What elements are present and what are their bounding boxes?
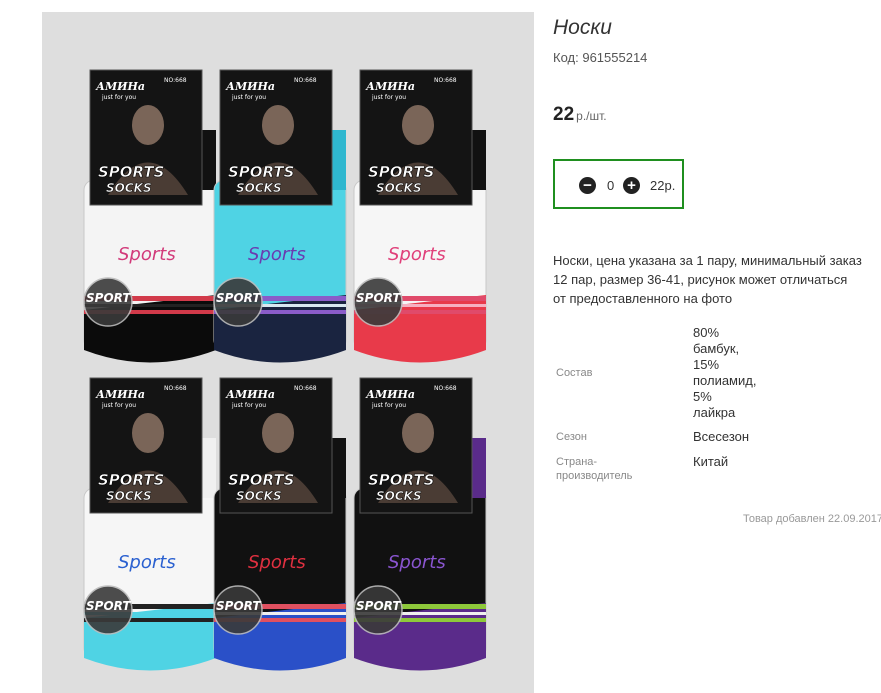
property-row-season: Сезон Всесезон	[553, 422, 756, 452]
property-value-line: 15%	[693, 357, 720, 372]
card-tagline: just for you	[101, 402, 136, 409]
properties-table: Состав 80% бамбук, 15% полиамид, 5% лайк…	[553, 324, 756, 486]
property-key-line: Страна-	[556, 456, 598, 468]
sticker-text: SPORT	[356, 291, 401, 305]
card-face	[132, 413, 164, 453]
card-model-no: NO:668	[164, 385, 187, 392]
sticker-text: SPORT	[86, 291, 131, 305]
product-price: 22 р./шт.	[553, 104, 607, 126]
card-brand: АМИНа	[365, 388, 415, 401]
property-value: 80% бамбук, 15% полиамид, 5% лайкра	[693, 324, 756, 422]
card-title-1: SPORTS	[228, 163, 294, 181]
card-title-2: SOCKS	[106, 181, 152, 195]
card-face	[402, 105, 434, 145]
card-model-no: NO:668	[434, 77, 457, 84]
property-key-line: производитель	[556, 470, 633, 482]
quantity-widget: − 0 + 22р.	[553, 159, 684, 209]
sticker-text: SPORT	[216, 599, 261, 613]
property-value-line: 5%	[693, 389, 712, 404]
sock-pack: Sports АМИНаjust for you NO:668 SPORTSSOCKS…	[353, 377, 487, 671]
card-title-2: SOCKS	[236, 489, 282, 503]
card-model-no: NO:668	[294, 77, 317, 84]
property-key: Состав	[556, 367, 593, 379]
property-row-composition: Состав 80% бамбук, 15% полиамид, 5% лайк…	[553, 324, 756, 422]
sock-text: Sports	[388, 552, 446, 573]
plus-circle-icon[interactable]: +	[623, 177, 640, 194]
card-face	[262, 105, 294, 145]
sock-text: Sports	[248, 552, 306, 573]
sock-text: Sports	[248, 244, 306, 265]
sock-pack: Sports АМИНаjust for you NO:668 SPORTSSOCKS…	[83, 69, 217, 363]
card-brand: АМИНа	[95, 80, 145, 93]
property-value-line: 80%	[693, 325, 720, 340]
quantity-value: 0	[607, 178, 615, 193]
property-row-country: Страна- производитель Китай	[553, 452, 756, 486]
property-key: Сезон	[556, 431, 587, 443]
property-value: Всесезон	[693, 429, 750, 444]
card-face	[132, 105, 164, 145]
card-face	[402, 413, 434, 453]
card-title-2: SOCKS	[106, 489, 152, 503]
property-value-line: полиамид,	[693, 373, 757, 388]
quantity-total: 22р.	[650, 178, 676, 193]
product-description: Носки, цена указана за 1 пару, минимальн…	[553, 253, 862, 306]
product-code: Код: 961555214	[553, 50, 647, 65]
property-key: Страна- производитель	[553, 452, 693, 486]
card-title-1: SPORTS	[98, 471, 164, 489]
card-tagline: just for you	[371, 402, 406, 409]
card-tagline: just for you	[231, 402, 266, 409]
card-model-no: NO:668	[164, 77, 187, 84]
card-tagline: just for you	[101, 94, 136, 101]
product-photo-canvas: SportsАМИНаjust for youNO:668SPORTSSOCKS…	[83, 69, 487, 671]
card-title-1: SPORTS	[368, 163, 434, 181]
property-value: Китай	[693, 454, 729, 469]
sock-pack: Sports АМИНаjust for you NO:668 SPORTSSOCKS…	[83, 377, 217, 671]
card-title-1: SPORTS	[98, 163, 164, 181]
card-brand: АМИНа	[365, 80, 415, 93]
card-model-no: NO:668	[294, 385, 317, 392]
card-model-no: NO:668	[434, 385, 457, 392]
card-brand: АМИНа	[95, 388, 145, 401]
added-date: Товар добавлен 22.09.2017	[742, 513, 881, 525]
sock-pack: Sports АМИНаjust for you NO:668 SPORTSSOCKS…	[213, 69, 347, 363]
card-face	[262, 413, 294, 453]
sock-text: Sports	[118, 552, 176, 573]
product-title: Носки	[553, 16, 612, 39]
card-title-2: SOCKS	[376, 489, 422, 503]
card-title-2: SOCKS	[376, 181, 422, 195]
product-photo[interactable]: Sports АМИНа just for you NO:668 SPORTS SOCKS…	[42, 12, 534, 693]
sticker-text: SPORT	[216, 291, 261, 305]
sock-text: Sports	[118, 244, 176, 265]
product-code-label: Код:	[553, 50, 579, 65]
property-value-line: бамбук,	[693, 341, 740, 356]
card-brand: АМИНа	[225, 388, 275, 401]
card-tagline: just for you	[231, 94, 266, 101]
price-unit: р./шт.	[576, 109, 607, 123]
sock-pack: Sports АМИНаjust for you NO:668 SPORTSSOCKS…	[353, 69, 487, 363]
property-value-line: лайкра	[693, 405, 736, 420]
minus-circle-icon[interactable]: −	[579, 177, 596, 194]
price-value: 22	[553, 104, 575, 125]
card-brand: АМИНа	[225, 80, 275, 93]
card-tagline: just for you	[371, 94, 406, 101]
sock-pack: Sports АМИНаjust for you NO:668 SPORTSSOCKS…	[213, 377, 347, 671]
sticker-text: SPORT	[86, 599, 131, 613]
card-title-1: SPORTS	[228, 471, 294, 489]
sock-text: Sports	[388, 244, 446, 265]
card-title-2: SOCKS	[236, 181, 282, 195]
card-title-1: SPORTS	[368, 471, 434, 489]
product-code-value: 961555214	[582, 50, 648, 65]
sticker-text: SPORT	[356, 599, 401, 613]
